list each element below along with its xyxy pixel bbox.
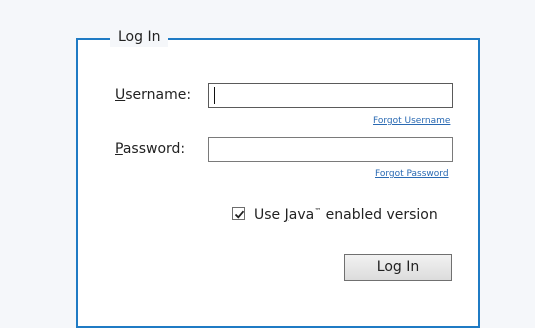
java-version-label[interactable]: Use Java™ enabled version bbox=[254, 206, 438, 224]
log-in-button[interactable]: Log In bbox=[344, 254, 452, 281]
forgot-username-link[interactable]: Forgot Username bbox=[373, 115, 450, 127]
check-icon bbox=[234, 210, 245, 219]
username-label-text: sername: bbox=[125, 87, 192, 103]
username-input[interactable] bbox=[208, 83, 453, 108]
password-label: Password: bbox=[115, 140, 185, 158]
text-cursor bbox=[214, 87, 215, 104]
password-label-text: assword: bbox=[122, 141, 186, 157]
password-label-mnemonic: P bbox=[115, 141, 123, 157]
password-input[interactable] bbox=[208, 137, 453, 162]
java-label-suffix: enabled version bbox=[321, 207, 438, 223]
username-label-mnemonic: U bbox=[115, 87, 126, 103]
login-panel-title: Log In bbox=[110, 27, 169, 47]
login-panel bbox=[76, 38, 480, 328]
username-label: Username: bbox=[115, 86, 191, 104]
java-version-checkbox[interactable] bbox=[232, 207, 245, 220]
forgot-password-link[interactable]: Forgot Password bbox=[375, 168, 449, 180]
java-label-prefix: Use bbox=[254, 207, 285, 223]
java-label-middle: ava bbox=[288, 207, 315, 223]
